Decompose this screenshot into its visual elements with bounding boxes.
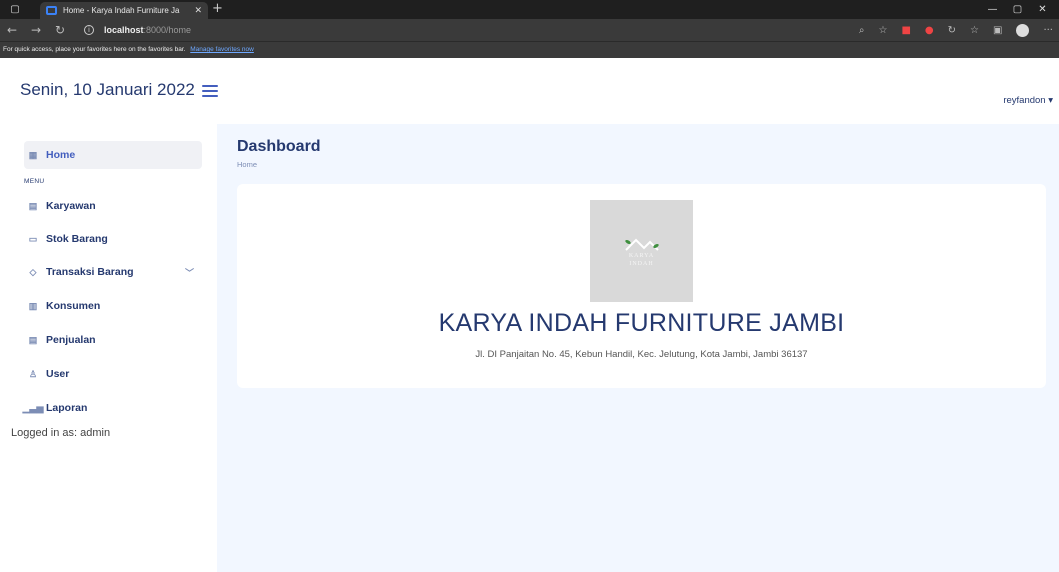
sidebar-item-label: User [46,368,70,380]
app-header: Senin, 10 Januari 2022 reyfandon ▾ [0,58,1059,124]
gem-icon: ◇ [29,266,37,277]
logo-text-karya: KARYA [628,253,655,259]
close-tab-icon[interactable]: ✕ [194,6,202,16]
company-name: KARYA INDAH FURNITURE JAMBI [438,309,845,337]
manage-favorites-link[interactable]: Manage favorites now [190,46,254,53]
company-logo: KARYA INDAH [590,200,693,302]
forward-icon[interactable]: → [24,23,48,37]
favorites-bar-text: For quick access, place your favorites h… [3,46,186,53]
logged-in-status: Logged in as: admin [11,427,111,439]
grid-icon: ▦ [28,149,38,160]
sidebar-item-label: Karyawan [46,200,96,212]
breadcrumb[interactable]: Home [237,160,257,169]
more-icon[interactable]: ··· [1043,25,1053,36]
sidebar-item-label: Laporan [46,402,88,414]
add-favorite-icon[interactable]: ☆ [878,25,887,36]
new-tab-icon[interactable]: + [212,1,223,16]
document-icon: ▤ [28,200,38,211]
sidebar-item-user[interactable]: ♙ User [24,360,202,388]
browser-tab[interactable]: Home - Karya Indah Furniture Ja ✕ [40,2,208,19]
sidebar-item-konsumen[interactable]: ▥ Konsumen [24,292,202,320]
adblock-icon[interactable]: ● [925,25,934,36]
minimize-icon[interactable]: — [980,0,1005,19]
table-icon: ▥ [28,300,38,311]
refresh-icon[interactable]: ↻ [48,23,72,37]
sidebar-item-label: Transaksi Barang [46,266,134,278]
maximize-icon[interactable]: ▢ [1005,0,1030,19]
site-info-icon[interactable]: i [84,25,94,35]
sidebar: ▦ Home ▤ Karyawan ▭ Stok Barang ◇ Transa… [0,124,217,572]
menu-section-title: MENU [24,178,45,185]
favorites-bar: For quick access, place your favorites h… [0,41,1059,58]
sidebar-item-home[interactable]: ▦ Home [24,141,202,169]
company-card: KARYA INDAH KARYA INDAH FURNITURE JAMBI … [237,184,1046,388]
sidebar-item-label: Stok Barang [46,233,108,245]
house-roof-icon [624,238,659,251]
browser-extensions: ⌕ ☆ ■ ● ↻ ☆ ▣ ··· [859,19,1053,41]
sidebar-item-label: Konsumen [46,300,101,312]
zoom-icon[interactable]: ⌕ [859,25,865,36]
sidebar-item-karyawan[interactable]: ▤ Karyawan [24,192,202,220]
bar-chart-icon: ▁▃▅ [22,402,44,413]
url-field[interactable]: localhost:8000/home [104,25,191,35]
favorites-icon[interactable]: ☆ [970,25,979,36]
sidebar-item-label: Home [46,149,76,161]
chevron-down-icon: ﹀ [184,267,194,278]
logo-text-indah: INDAH [629,261,654,267]
sidebar-item-transaksi-barang[interactable]: ◇ Transaksi Barang ﹀ [24,258,202,286]
back-icon[interactable]: ← [0,23,24,37]
sidebar-item-label: Penjualan [46,334,96,346]
list-icon: ▭ [28,233,38,244]
sidebar-item-stok-barang[interactable]: ▭ Stok Barang [24,225,202,253]
extension-icon[interactable]: ■ [901,25,910,36]
browser-tab-bar: ▢ Home - Karya Indah Furniture Ja ✕ + — … [0,0,1059,19]
tab-actions-icon[interactable]: ▢ [0,0,30,19]
user-dropdown[interactable]: reyfandon ▾ [1003,95,1053,106]
person-icon: ♙ [28,368,38,379]
tab-title: Home - Karya Indah Furniture Ja [63,6,180,15]
refresh-extension-icon[interactable]: ↻ [948,25,956,36]
sheet-icon: ▤ [28,334,38,345]
sidebar-item-penjualan[interactable]: ▤ Penjualan [24,326,202,354]
window-controls: — ▢ ✕ [980,0,1055,19]
close-window-icon[interactable]: ✕ [1030,0,1055,19]
menu-toggle-icon[interactable] [202,85,218,97]
company-address: Jl. DI Panjaitan No. 45, Kebun Handil, K… [475,349,808,360]
collections-icon[interactable]: ▣ [993,25,1002,36]
sidebar-item-laporan[interactable]: ▁▃▅ Laporan [22,394,202,422]
site-favicon-icon [46,6,57,15]
address-bar: ← → ↻ i localhost:8000/home ⌕ ☆ ■ ● ↻ ☆ … [0,19,1059,41]
page-title: Dashboard [237,138,321,155]
profile-avatar[interactable] [1016,23,1030,37]
current-date: Senin, 10 Januari 2022 [20,80,195,99]
